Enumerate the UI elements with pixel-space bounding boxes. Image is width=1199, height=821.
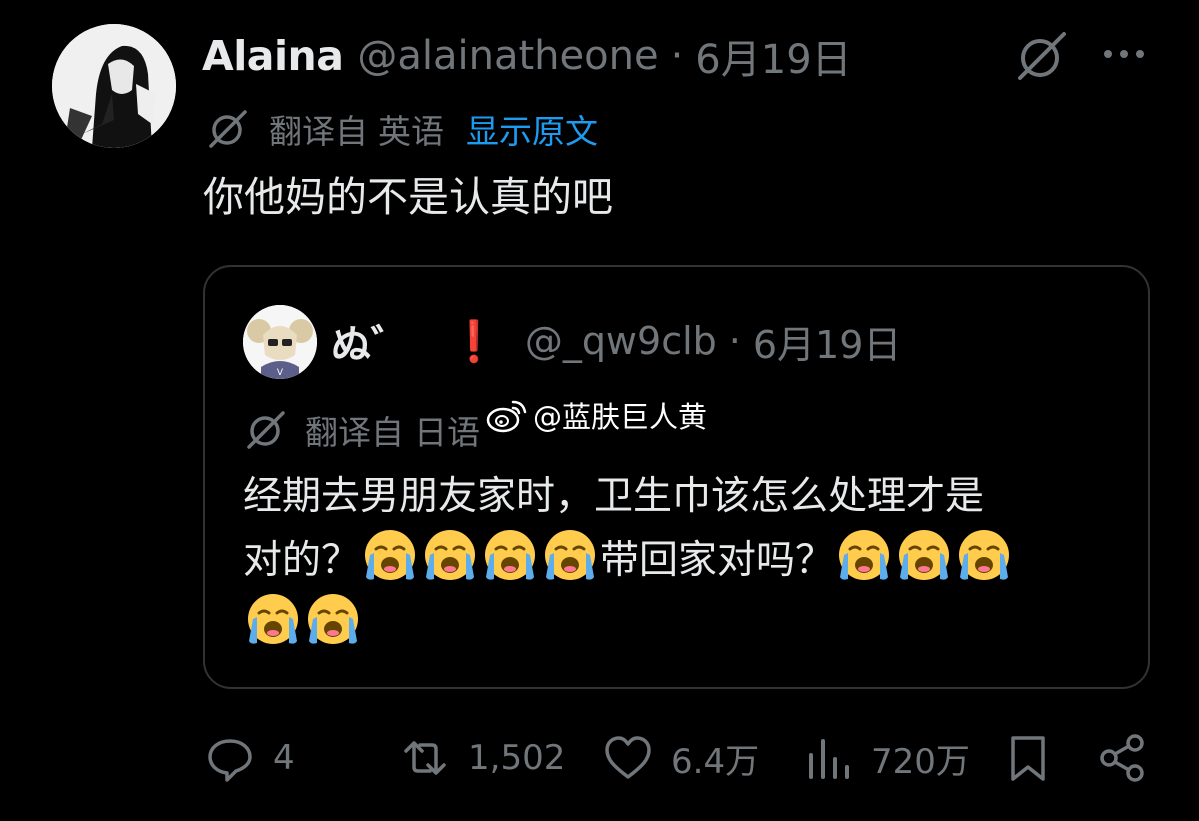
crying-emoji-group-3 xyxy=(243,594,363,647)
crying-emoji-group-2 xyxy=(834,530,1014,583)
like-button[interactable]: 6.4万 xyxy=(603,728,759,788)
svg-text:V: V xyxy=(277,368,284,378)
reply-count: 4 xyxy=(273,738,295,778)
bookmark-button[interactable] xyxy=(1003,728,1053,788)
tweet-date[interactable]: 6月19日 xyxy=(695,27,851,85)
quoted-source-language: 日语 xyxy=(414,413,480,452)
more-options-icon[interactable] xyxy=(1100,44,1148,64)
crying-face-emoji xyxy=(542,527,598,583)
quoted-author-avatar[interactable]: V xyxy=(243,305,317,379)
author-handle[interactable]: @alainatheone xyxy=(357,33,658,79)
tweet-action-bar: 4 1,502 6.4万 720万 xyxy=(205,728,1150,788)
author-avatar[interactable] xyxy=(52,24,176,148)
exclamation-icon: ❗ xyxy=(449,318,499,365)
repost-count: 1,502 xyxy=(468,738,566,778)
view-count: 720万 xyxy=(871,741,970,782)
header-separator: · xyxy=(670,33,684,79)
quoted-text-segment-b: 带回家对吗？ xyxy=(600,538,835,583)
crying-face-emoji xyxy=(482,527,538,583)
quoted-translated-from-label: 翻译自 xyxy=(305,413,404,452)
quoted-text-line-1: 经期去男朋友家时，卫生巾该怎么处理才是 xyxy=(243,474,985,519)
quoted-author-display-name[interactable]: ぬ゛ xyxy=(331,312,411,370)
weibo-icon xyxy=(486,400,527,433)
crying-face-emoji xyxy=(896,527,952,583)
repost-icon xyxy=(404,741,446,775)
reply-button[interactable]: 4 xyxy=(205,728,295,788)
like-count: 6.4万 xyxy=(671,741,760,782)
views-button[interactable]: 720万 xyxy=(803,728,970,788)
author-display-name[interactable]: Alaina xyxy=(202,32,344,80)
grok-translate-icon xyxy=(247,411,285,449)
quoted-tweet-text: 经期去男朋友家时，卫生巾该怎么处理才是 对的？ 带回家对吗？ xyxy=(243,467,1123,655)
avatar-image xyxy=(52,24,176,148)
quoted-header-separator: · xyxy=(728,319,741,363)
quoted-translation-notice: 翻译自 日语 xyxy=(243,405,480,455)
quoted-text-segment-a: 对的？ xyxy=(243,538,361,583)
grok-translate-icon xyxy=(209,110,247,148)
share-icon xyxy=(1100,734,1144,782)
tweet-text: 你他妈的不是认真的吧 xyxy=(203,173,613,221)
crying-face-emoji xyxy=(362,527,418,583)
views-chart-icon xyxy=(809,739,849,779)
tweet-header: Alaina @alainatheone · 6月19日 xyxy=(202,26,852,86)
quoted-tweet-header: ぬ゛ ❗ @_qw9clb · 6月19日 xyxy=(331,311,901,371)
reply-icon xyxy=(208,739,252,782)
watermark-text: @蓝肤巨人黄 xyxy=(533,400,708,434)
heart-icon xyxy=(605,736,651,779)
crying-face-emoji xyxy=(956,527,1012,583)
quoted-text-line-2: 对的？ 带回家对吗？ xyxy=(243,527,1123,591)
bookmark-icon xyxy=(1011,736,1045,781)
quoted-author-handle[interactable]: @_qw9clb xyxy=(525,319,717,363)
crying-face-emoji xyxy=(305,591,361,647)
grok-icon[interactable] xyxy=(1012,28,1068,84)
quoted-avatar-image: V xyxy=(243,305,317,379)
crying-emoji-group-1 xyxy=(360,530,600,583)
source-language: 英语 xyxy=(378,112,444,151)
quoted-tweet[interactable]: V ぬ゛ ❗ @_qw9clb · 6月19日 翻译自 日语 @蓝肤巨人黄 经期… xyxy=(203,265,1150,689)
quoted-text-line-3 xyxy=(243,591,1123,655)
weibo-watermark: @蓝肤巨人黄 xyxy=(485,395,707,435)
quoted-tweet-date[interactable]: 6月19日 xyxy=(753,314,902,369)
show-original-link[interactable]: 显示原文 xyxy=(466,105,598,153)
crying-face-emoji xyxy=(422,527,478,583)
share-button[interactable] xyxy=(1097,728,1147,788)
translation-notice: 翻译自 英语 显示原文 xyxy=(205,104,598,154)
crying-face-emoji xyxy=(836,527,892,583)
crying-face-emoji xyxy=(245,591,301,647)
translated-from-label: 翻译自 xyxy=(269,112,368,151)
repost-button[interactable]: 1,502 xyxy=(400,728,565,788)
